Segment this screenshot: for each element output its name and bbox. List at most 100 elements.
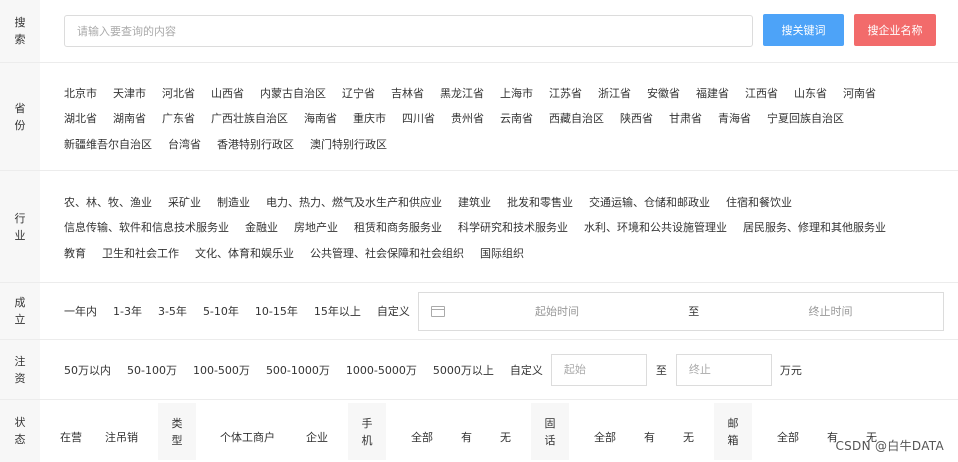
province-option[interactable]: 甘肃省 — [669, 110, 702, 126]
landline-option[interactable]: 无 — [683, 429, 694, 445]
province-option[interactable]: 广东省 — [162, 110, 195, 126]
province-option[interactable]: 湖北省 — [64, 110, 97, 126]
capital-option[interactable]: 5000万以上 — [433, 362, 494, 378]
industry-row: 行业 农、林、牧、渔业 采矿业 制造业 电力、热力、燃气及水生产和供应业 建筑业… — [0, 171, 958, 283]
landline-option[interactable]: 有 — [644, 429, 655, 445]
province-option[interactable]: 天津市 — [113, 85, 146, 101]
established-option[interactable]: 5-10年 — [203, 303, 239, 319]
province-option[interactable]: 山西省 — [211, 85, 244, 101]
email-label: 邮箱 — [714, 403, 752, 460]
province-option[interactable]: 四川省 — [402, 110, 435, 126]
established-label: 成立 — [0, 283, 40, 339]
industry-option[interactable]: 建筑业 — [458, 194, 491, 210]
province-option[interactable]: 福建省 — [696, 85, 729, 101]
industry-option[interactable]: 国际组织 — [480, 245, 524, 261]
capital-option[interactable]: 50万以内 — [64, 362, 111, 378]
province-option[interactable]: 贵州省 — [451, 110, 484, 126]
established-row: 成立 一年内 1-3年 3-5年 5-10年 10-15年 15年以上 自定义 … — [0, 283, 958, 340]
province-option[interactable]: 北京市 — [64, 85, 97, 101]
province-option[interactable]: 安徽省 — [647, 85, 680, 101]
province-option[interactable]: 辽宁省 — [342, 85, 375, 101]
established-option[interactable]: 10-15年 — [255, 303, 298, 319]
industry-option[interactable]: 住宿和餐饮业 — [726, 194, 792, 210]
industry-option[interactable]: 教育 — [64, 245, 86, 261]
landline-option[interactable]: 全部 — [594, 429, 616, 445]
province-option[interactable]: 湖南省 — [113, 110, 146, 126]
capital-range-separator: 至 — [655, 363, 667, 377]
province-option[interactable]: 广西壮族自治区 — [211, 110, 288, 126]
province-option[interactable]: 海南省 — [304, 110, 337, 126]
industry-option[interactable]: 水利、环境和公共设施管理业 — [584, 219, 727, 235]
capital-option[interactable]: 50-100万 — [127, 362, 177, 378]
province-option[interactable]: 重庆市 — [353, 110, 386, 126]
industry-option[interactable]: 金融业 — [245, 219, 278, 235]
province-option[interactable]: 宁夏回族自治区 — [767, 110, 844, 126]
province-option[interactable]: 山东省 — [794, 85, 827, 101]
province-option[interactable]: 浙江省 — [598, 85, 631, 101]
industry-option[interactable]: 公共管理、社会保障和社会组织 — [310, 245, 464, 261]
industry-option[interactable]: 居民服务、修理和其他服务业 — [743, 219, 886, 235]
capital-label: 注资 — [0, 340, 40, 399]
industry-options: 农、林、牧、渔业 采矿业 制造业 电力、热力、燃气及水生产和供应业 建筑业 批发… — [64, 189, 928, 266]
province-option[interactable]: 吉林省 — [391, 85, 424, 101]
industry-option[interactable]: 制造业 — [217, 194, 250, 210]
industry-option[interactable]: 农、林、牧、渔业 — [64, 194, 152, 210]
province-option[interactable]: 黑龙江省 — [440, 85, 484, 101]
capital-start-input[interactable] — [550, 353, 647, 386]
capital-option[interactable]: 1000-5000万 — [346, 362, 417, 378]
province-option[interactable]: 江苏省 — [549, 85, 582, 101]
phone-option[interactable]: 有 — [461, 429, 472, 445]
phone-option[interactable]: 无 — [500, 429, 511, 445]
search-company-button[interactable]: 搜企业名称 — [854, 14, 936, 46]
industry-option[interactable]: 卫生和社会工作 — [102, 245, 179, 261]
date-range-picker[interactable]: 起始时间 至 终止时间 — [417, 291, 944, 331]
province-option[interactable]: 香港特别行政区 — [217, 136, 294, 152]
province-option[interactable]: 西藏自治区 — [549, 110, 604, 126]
province-option[interactable]: 澳门特别行政区 — [310, 136, 387, 152]
province-option[interactable]: 江西省 — [745, 85, 778, 101]
province-row: 省份 北京市 天津市 河北省 山西省 内蒙古自治区 辽宁省 吉林省 黑龙江省 上… — [0, 63, 958, 171]
end-date-field[interactable]: 终止时间 — [718, 303, 943, 319]
search-keyword-button[interactable]: 搜关键词 — [763, 14, 844, 46]
start-date-field[interactable]: 起始时间 — [445, 303, 670, 319]
capital-end-input[interactable] — [675, 353, 772, 386]
established-option[interactable]: 1-3年 — [113, 303, 142, 319]
industry-line: 教育 卫生和社会工作 文化、体育和娱乐业 公共管理、社会保障和社会组织 国际组织 — [64, 240, 928, 266]
province-option[interactable]: 陕西省 — [620, 110, 653, 126]
status-option[interactable]: 注吊销 — [105, 429, 138, 445]
province-option[interactable]: 河北省 — [162, 85, 195, 101]
province-option[interactable]: 河南省 — [843, 85, 876, 101]
industry-option[interactable]: 电力、热力、燃气及水生产和供应业 — [266, 194, 442, 210]
established-option[interactable]: 3-5年 — [158, 303, 187, 319]
industry-line: 农、林、牧、渔业 采矿业 制造业 电力、热力、燃气及水生产和供应业 建筑业 批发… — [64, 189, 928, 215]
phone-option[interactable]: 全部 — [411, 429, 433, 445]
established-option[interactable]: 15年以上 — [314, 303, 361, 319]
industry-option[interactable]: 租赁和商务服务业 — [354, 219, 442, 235]
industry-option[interactable]: 采矿业 — [168, 194, 201, 210]
province-option[interactable]: 内蒙古自治区 — [260, 85, 326, 101]
industry-option[interactable]: 房地产业 — [294, 219, 338, 235]
industry-option[interactable]: 文化、体育和娱乐业 — [195, 245, 294, 261]
province-option[interactable]: 新疆维吾尔自治区 — [64, 136, 152, 152]
province-option[interactable]: 云南省 — [500, 110, 533, 126]
phone-label: 手机 — [348, 403, 386, 460]
calendar-icon — [430, 305, 445, 317]
capital-option[interactable]: 500-1000万 — [266, 362, 330, 378]
industry-option[interactable]: 信息传输、软件和信息技术服务业 — [64, 219, 229, 235]
industry-option[interactable]: 交通运输、仓储和邮政业 — [589, 194, 710, 210]
industry-option[interactable]: 批发和零售业 — [507, 194, 573, 210]
type-option[interactable]: 企业 — [306, 429, 328, 445]
province-option[interactable]: 上海市 — [500, 85, 533, 101]
email-option[interactable]: 全部 — [777, 429, 799, 445]
watermark-text: CSDN @白牛DATA — [835, 439, 944, 453]
industry-option[interactable]: 科学研究和技术服务业 — [458, 219, 568, 235]
established-option[interactable]: 一年内 — [64, 303, 97, 319]
province-option[interactable]: 青海省 — [718, 110, 751, 126]
established-custom-option[interactable]: 自定义 — [377, 303, 410, 319]
search-input[interactable] — [64, 15, 753, 47]
status-option[interactable]: 在营 — [60, 429, 82, 445]
capital-option[interactable]: 100-500万 — [193, 362, 250, 378]
province-option[interactable]: 台湾省 — [168, 136, 201, 152]
type-option[interactable]: 个体工商户 — [220, 429, 275, 445]
capital-custom-option[interactable]: 自定义 — [510, 362, 543, 378]
